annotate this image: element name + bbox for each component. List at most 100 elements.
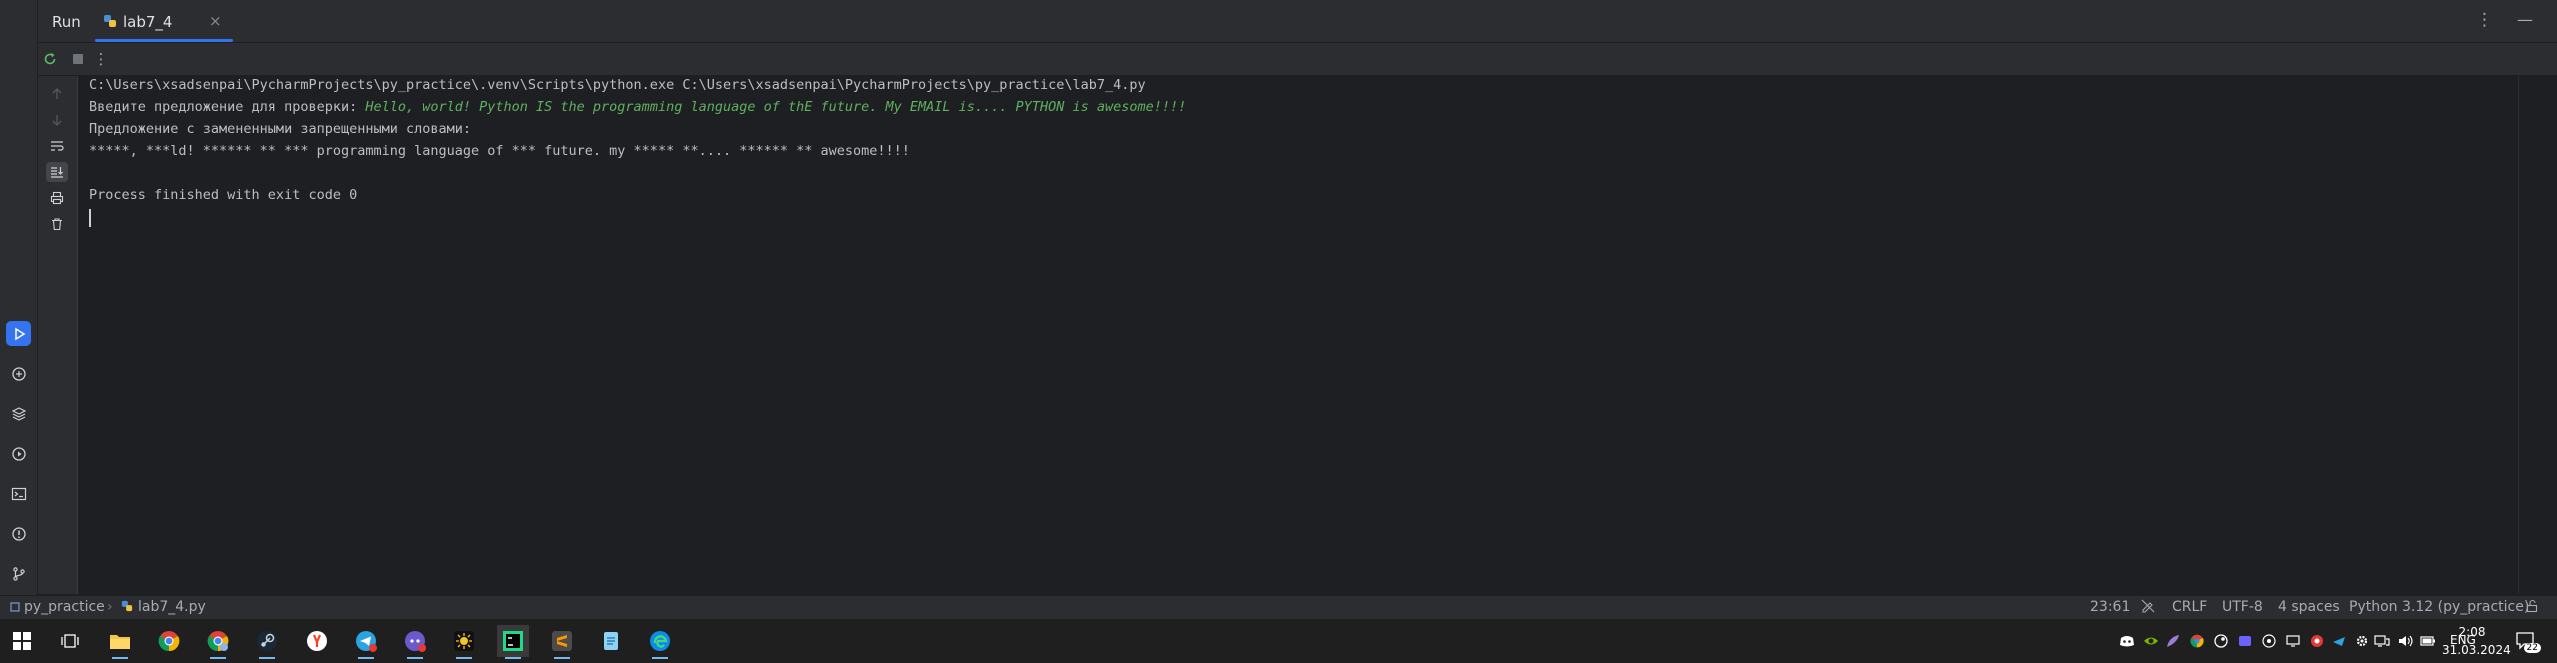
rerun-button[interactable] bbox=[40, 49, 60, 69]
read-only-toggle-icon[interactable] bbox=[2141, 599, 2155, 615]
console-result-header: Предложение с замененными запрещенными с… bbox=[89, 121, 472, 137]
tray-feather-icon[interactable] bbox=[2165, 633, 2181, 649]
tray-monitor-icon[interactable] bbox=[2285, 633, 2301, 649]
line-ending[interactable]: CRLF bbox=[2172, 599, 2207, 615]
console-exit-message: Process finished with exit code 0 bbox=[89, 187, 358, 203]
tray-gear-icon[interactable] bbox=[2354, 633, 2370, 649]
python-console-button[interactable] bbox=[6, 361, 31, 386]
sublime-text-icon bbox=[552, 631, 572, 651]
tab-close-icon[interactable]: × bbox=[209, 12, 222, 30]
python-packages-button[interactable] bbox=[6, 401, 31, 426]
run-icon bbox=[14, 327, 25, 340]
taskbar-file-explorer[interactable] bbox=[104, 625, 136, 659]
taskbar-steam[interactable] bbox=[251, 625, 283, 659]
system-clock[interactable]: 2:08 31.03.2024 bbox=[2442, 623, 2511, 659]
console-command-line: C:\Users\xsadsenpai\PycharmProjects\py_p… bbox=[89, 77, 1146, 93]
windows-logo-icon bbox=[13, 632, 31, 650]
soft-wrap-icon bbox=[51, 141, 64, 151]
tray-app-window-icon[interactable] bbox=[2237, 633, 2253, 649]
stop-icon bbox=[73, 54, 83, 64]
console-scrollbar[interactable] bbox=[2518, 76, 2557, 594]
tray-battery-icon[interactable] bbox=[2420, 633, 2436, 649]
taskbar-notepad[interactable] bbox=[595, 625, 627, 657]
scroll-up-button[interactable] bbox=[46, 84, 68, 104]
console-prompt-line: Введите предложение для проверки: Hello,… bbox=[89, 99, 1186, 115]
services-button[interactable] bbox=[6, 441, 31, 466]
breadcrumb-project[interactable]: py_practice bbox=[24, 599, 105, 615]
steam-icon bbox=[257, 631, 277, 651]
tray-steam-icon[interactable] bbox=[2213, 633, 2229, 649]
git-branch-icon bbox=[12, 566, 25, 581]
clear-all-button[interactable] bbox=[46, 214, 68, 234]
start-button[interactable] bbox=[6, 625, 38, 657]
notepad-icon bbox=[604, 632, 618, 650]
folder-icon bbox=[110, 635, 130, 649]
notification-count-badge: 22 bbox=[2523, 643, 2541, 653]
problems-button[interactable] bbox=[6, 521, 31, 546]
tray-nvidia-icon[interactable] bbox=[2143, 633, 2159, 649]
minimize-icon[interactable]: — bbox=[2517, 10, 2533, 29]
taskbar-pycharm[interactable] bbox=[497, 625, 529, 659]
taskbar-chrome[interactable] bbox=[153, 625, 185, 657]
tray-chrome-icon[interactable] bbox=[2189, 633, 2205, 649]
rerun-icon bbox=[44, 53, 56, 65]
taskbar-discord-style-app[interactable] bbox=[399, 625, 431, 659]
print-button[interactable] bbox=[46, 188, 68, 208]
taskbar-chrome-profile[interactable] bbox=[202, 625, 234, 659]
services-icon bbox=[11, 446, 26, 461]
taskbar-sublime[interactable] bbox=[546, 625, 578, 659]
tab-lab7-4[interactable]: lab7_4 × bbox=[93, 0, 233, 42]
python-interpreter[interactable]: Python 3.12 (py_practice) bbox=[2349, 599, 2529, 615]
run-tool-window-title: Run bbox=[52, 13, 81, 31]
taskbar-yandex[interactable] bbox=[301, 625, 333, 657]
stop-button[interactable] bbox=[68, 49, 88, 69]
options-menu-icon[interactable]: ⋮ bbox=[2476, 10, 2493, 30]
problems-icon bbox=[11, 526, 26, 541]
chrome-profile-icon bbox=[207, 631, 229, 652]
console-result-line: *****, ***ld! ****** ** *** programming … bbox=[89, 143, 910, 159]
print-icon bbox=[50, 191, 64, 205]
task-view-button[interactable] bbox=[54, 625, 86, 657]
tray-antivirus-icon[interactable] bbox=[2309, 633, 2325, 649]
notification-center-icon[interactable]: 22 bbox=[2515, 631, 2541, 653]
tray-discord-icon[interactable] bbox=[2119, 633, 2135, 649]
file-encoding[interactable]: UTF-8 bbox=[2222, 599, 2263, 615]
prompt-label: Введите предложение для проверки: bbox=[89, 99, 366, 115]
caret-position[interactable]: 23:61 bbox=[2090, 599, 2130, 615]
user-input-text: Hello, world! Python IS the programming … bbox=[365, 99, 1187, 115]
console-output[interactable]: C:\Users\xsadsenpai\PycharmProjects\py_p… bbox=[78, 76, 2518, 594]
git-button[interactable] bbox=[6, 561, 31, 586]
terminal-icon bbox=[11, 487, 26, 500]
taskbar-edge[interactable] bbox=[644, 625, 676, 659]
clock-time: 2:08 bbox=[2458, 625, 2486, 639]
breadcrumb-file[interactable]: lab7_4.py bbox=[138, 599, 206, 615]
indent-setting[interactable]: 4 spaces bbox=[2278, 599, 2340, 615]
yandex-browser-icon bbox=[307, 631, 327, 651]
taskbar-telegram[interactable] bbox=[350, 625, 382, 659]
project-module-icon bbox=[10, 599, 20, 615]
tray-network-drive-icon[interactable] bbox=[2261, 633, 2277, 649]
tray-steam-alt-icon[interactable] bbox=[2331, 633, 2347, 649]
scroll-down-button[interactable] bbox=[46, 110, 68, 130]
run-tool-window-button[interactable] bbox=[6, 321, 31, 346]
telegram-icon bbox=[356, 631, 377, 652]
scroll-to-end-icon bbox=[51, 167, 63, 178]
arrow-up-icon bbox=[52, 88, 62, 99]
run-toolbar: ⋮ bbox=[38, 43, 2557, 75]
toolbar-more-icon[interactable]: ⋮ bbox=[91, 49, 111, 69]
tab-active-indicator bbox=[95, 39, 233, 42]
sun-app-icon bbox=[454, 631, 474, 651]
taskbar-sun-app[interactable] bbox=[448, 625, 480, 659]
run-tabbar: Run lab7_4 × ⋮ — bbox=[38, 0, 2557, 43]
arrow-down-icon bbox=[52, 115, 62, 126]
scroll-to-end-button[interactable] bbox=[46, 162, 68, 182]
soft-wrap-button[interactable] bbox=[46, 136, 68, 156]
terminal-button[interactable] bbox=[6, 481, 31, 506]
tab-title: lab7_4 bbox=[123, 13, 173, 31]
tray-volume-icon[interactable] bbox=[2398, 633, 2414, 649]
tray-network-icon[interactable] bbox=[2374, 633, 2390, 649]
python-file-icon bbox=[121, 599, 133, 615]
pycharm-icon bbox=[503, 631, 523, 651]
trash-icon bbox=[52, 218, 62, 231]
unlock-icon[interactable] bbox=[2525, 599, 2539, 615]
